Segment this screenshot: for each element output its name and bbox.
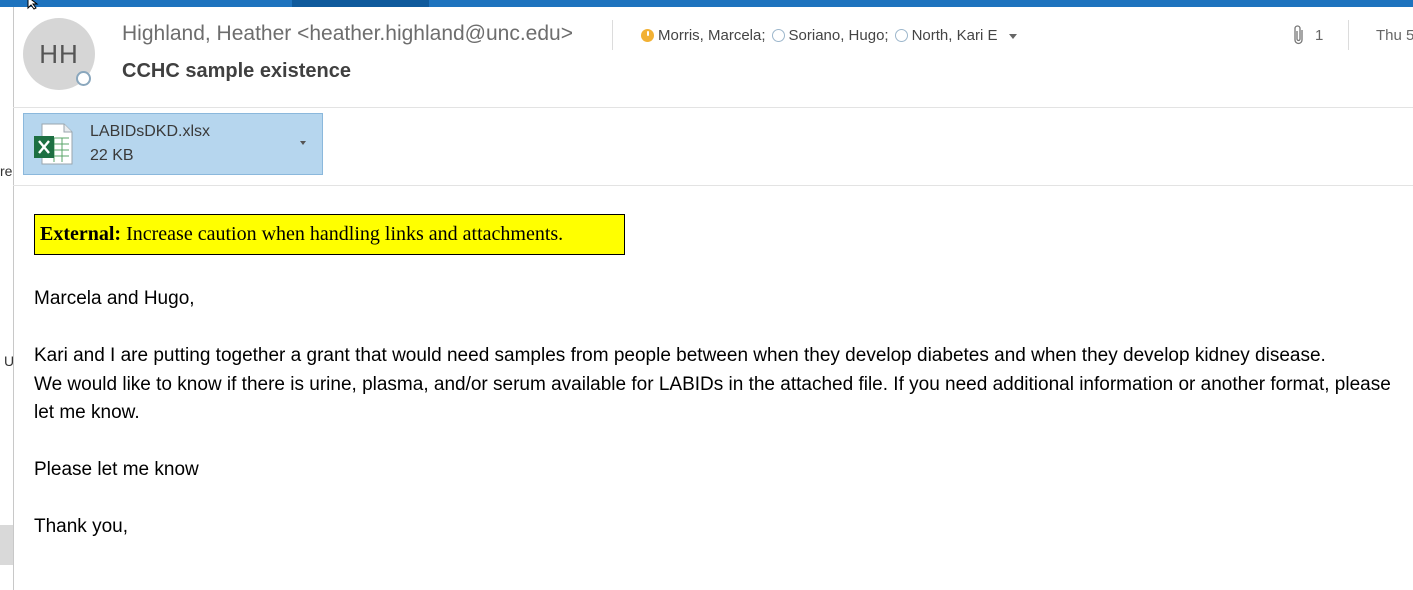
left-pane-text-fragment: U [4,353,14,369]
banner-label: External: [40,223,122,245]
attachment-card[interactable]: LABIDsDKD.xlsx 22 KB [23,113,323,175]
attachment-count: 1 [1315,27,1324,44]
header-divider [1348,20,1349,50]
recipient-name[interactable]: Morris, Marcela; [658,27,766,44]
header-divider [612,20,613,50]
left-pane-edge: re U [0,7,14,590]
cursor-icon [27,0,39,10]
offline-status-icon [894,29,908,42]
attachment-file-size: 22 KB [90,147,134,164]
body-greeting: Marcela and Hugo, [34,288,195,309]
sender-name[interactable]: Highland, Heather <heather.highland@unc.… [122,22,573,46]
attachment-file-name: LABIDsDKD.xlsx [90,123,211,140]
sent-date: Thu 5 [1376,27,1413,44]
excel-file-icon [34,123,73,165]
body-paragraph: Kari and I are putting together a grant … [34,345,1326,366]
recipient-name[interactable]: Soriano, Hugo; [789,27,889,44]
left-pane-text-fragment: re [0,163,13,179]
recipient-name[interactable]: North, Kari E [912,27,998,44]
external-warning-banner: External: Increase caution when handling… [34,214,625,255]
email-subject: CCHC sample existence [122,60,351,82]
left-pane-selected-item[interactable] [0,525,13,565]
email-body: Marcela and Hugo, Kari and I are putting… [34,285,1404,542]
body-paragraph: We would like to know if there is urine,… [34,373,1391,424]
recipients-list: Morris, Marcela; Soriano, Hugo; North, K… [641,27,1018,44]
top-bar-active-segment [292,0,429,7]
offline-status-icon [771,29,785,42]
banner-text: Increase caution when handling links and… [126,223,564,245]
window-top-bar [0,0,1413,7]
presence-icon [76,71,91,86]
dropdown-icon[interactable] [1009,34,1018,39]
body-paragraph: Please let me know [34,459,199,480]
attachment-separator [13,185,1413,186]
paperclip-icon[interactable] [1291,24,1307,46]
attachment-dropdown-icon[interactable] [300,141,306,145]
body-closing: Thank you, [34,516,128,537]
header-separator [13,107,1413,108]
away-status-icon [641,29,654,42]
